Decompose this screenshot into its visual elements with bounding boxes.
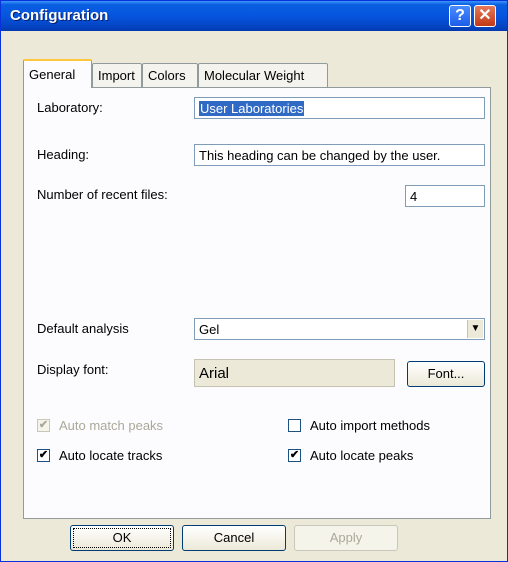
ok-button[interactable]: OK (70, 525, 174, 551)
auto-locate-tracks-checkbox[interactable]: ✔ (37, 449, 50, 462)
cancel-button[interactable]: Cancel (182, 525, 286, 551)
heading-value: This heading can be changed by the user. (199, 148, 441, 163)
recent-files-field[interactable]: 4 (405, 185, 485, 207)
tab-import[interactable]: Import (92, 63, 142, 87)
font-button[interactable]: Font... (407, 361, 485, 387)
help-icon: ? (455, 7, 465, 24)
configuration-dialog: Configuration ? ✕ General Import Colors … (0, 0, 508, 562)
auto-locate-peaks-checkbox[interactable]: ✔ (288, 449, 301, 462)
laboratory-field[interactable]: User Laboratories (194, 97, 485, 119)
heading-label: Heading: (37, 147, 90, 162)
display-font-field: Arial (194, 359, 395, 387)
auto-import-methods-label: Auto import methods (310, 418, 430, 433)
dropdown-arrow-icon[interactable]: ▼ (467, 320, 483, 338)
tab-molecular-weight[interactable]: Molecular Weight (198, 63, 328, 87)
auto-locate-peaks-label: Auto locate peaks (310, 448, 414, 463)
title-bar[interactable]: Configuration ? ✕ (1, 1, 507, 31)
laboratory-label: Laboratory: (37, 100, 103, 115)
default-analysis-value: Gel (199, 322, 220, 337)
apply-button[interactable]: Apply (294, 525, 398, 551)
default-analysis-label: Default analysis (37, 321, 129, 336)
default-analysis-select[interactable]: Gel ▼ (194, 318, 485, 340)
display-font-label: Display font: (37, 362, 109, 377)
auto-match-peaks-label: Auto match peaks (59, 418, 164, 433)
close-icon: ✕ (478, 7, 492, 24)
recent-files-label: Number of recent files: (37, 187, 168, 202)
laboratory-value: User Laboratories (199, 101, 305, 116)
close-button[interactable]: ✕ (474, 5, 496, 27)
auto-import-methods-checkbox[interactable] (288, 419, 301, 432)
help-button[interactable]: ? (449, 5, 471, 27)
auto-locate-tracks-label: Auto locate tracks (59, 448, 163, 463)
window-title: Configuration (10, 7, 109, 24)
tab-general[interactable]: General (23, 59, 92, 88)
heading-field[interactable]: This heading can be changed by the user. (194, 144, 485, 166)
auto-match-peaks-checkbox[interactable]: ✔ (37, 419, 50, 432)
tab-colors[interactable]: Colors (142, 63, 198, 87)
recent-files-value: 4 (410, 189, 418, 204)
display-font-value: Arial (199, 365, 230, 382)
